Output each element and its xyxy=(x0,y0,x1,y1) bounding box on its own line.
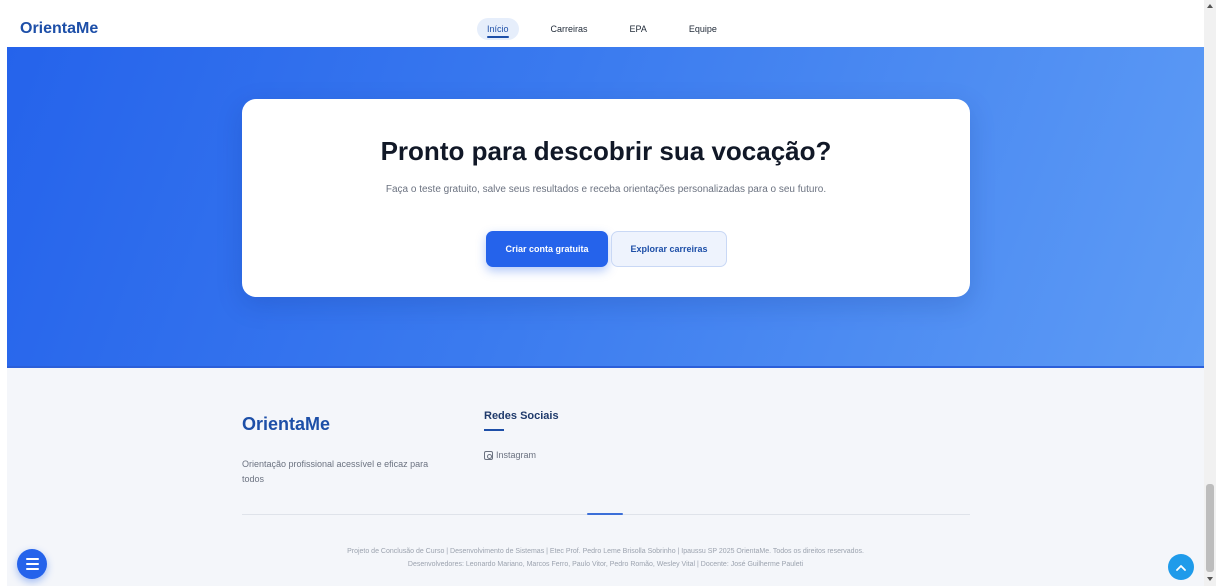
cta-card: Pronto para descobrir sua vocação? Faça … xyxy=(242,99,970,297)
create-account-button[interactable]: Criar conta gratuita xyxy=(486,231,608,267)
social-title-underline xyxy=(484,429,504,431)
credits-line-1: Projeto de Conclusão de Curso | Desenvol… xyxy=(347,548,864,555)
social-title: Redes Sociais xyxy=(484,410,559,422)
site-footer: OrientaMe Orientação profissional acessí… xyxy=(7,368,1204,586)
instagram-link[interactable]: Instagram xyxy=(484,450,536,460)
main-nav: Início Carreiras EPA Equipe xyxy=(477,17,749,41)
scroll-up-arrow-icon[interactable] xyxy=(1207,4,1213,8)
footer-divider-accent xyxy=(587,513,623,515)
hamburger-menu-icon-bar xyxy=(25,568,39,570)
back-to-top-button[interactable] xyxy=(1168,554,1194,580)
cta-title: Pronto para descobrir sua vocação? xyxy=(380,136,832,166)
nav-item-epa[interactable]: EPA xyxy=(620,18,657,40)
explore-careers-button[interactable]: Explorar carreiras xyxy=(611,231,727,267)
floating-menu-button[interactable] xyxy=(17,549,47,579)
page: OrientaMe Início Carreiras EPA Equipe Pr… xyxy=(0,0,1204,586)
footer-description: Orientação profissional acessível e efic… xyxy=(242,459,429,484)
cta-subtitle: Faça o teste gratuito, salve seus result… xyxy=(385,184,827,195)
scrollbar-thumb[interactable] xyxy=(1206,484,1214,572)
footer-brand: OrientaMe xyxy=(242,414,331,434)
nav-item-inicio[interactable]: Início xyxy=(477,18,519,40)
chevron-up-icon xyxy=(1176,564,1186,571)
scroll-down-arrow-icon[interactable] xyxy=(1207,577,1213,581)
nav-item-equipe[interactable]: Equipe xyxy=(679,18,727,40)
hamburger-menu-icon xyxy=(25,558,39,560)
brand-logo[interactable]: OrientaMe xyxy=(20,20,98,38)
site-header: OrientaMe Início Carreiras EPA Equipe xyxy=(7,9,1204,47)
cta-hero-section: Pronto para descobrir sua vocação? Faça … xyxy=(7,47,1204,367)
hamburger-menu-icon-bar xyxy=(25,563,39,565)
instagram-label: Instagram xyxy=(496,450,537,460)
page-scrollbar[interactable] xyxy=(1204,0,1216,586)
top-strip xyxy=(0,0,1204,9)
credits-line-2: Desenvolvedores: Leonardo Mariano, Marco… xyxy=(407,561,804,568)
footer-credits: Projeto de Conclusão de Curso | Desenvol… xyxy=(7,545,1204,571)
nav-item-carreiras[interactable]: Carreiras xyxy=(541,18,598,40)
instagram-icon xyxy=(484,450,493,460)
